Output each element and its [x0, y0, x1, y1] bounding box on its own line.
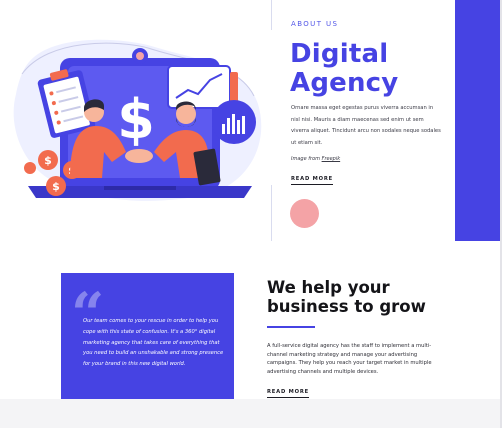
- decorative-circle: [290, 199, 319, 228]
- quote-text: Our team comes to your rescue in order t…: [83, 318, 224, 368]
- svg-text:$: $: [44, 154, 52, 167]
- read-more-link[interactable]: READ MORE: [291, 176, 333, 185]
- section-title: We help your business to grow: [267, 278, 426, 316]
- svg-text:$: $: [117, 88, 155, 151]
- read-more-link-secondary[interactable]: READ MORE: [267, 389, 309, 398]
- freepik-link[interactable]: Freepik: [322, 156, 341, 162]
- hero-title: Digital Agency: [290, 39, 399, 98]
- page: $ $ $ ABOUT US Digital Agency Ornare mas…: [0, 0, 502, 428]
- image-credit-prefix: Image from: [291, 156, 322, 162]
- accent-strip: [455, 0, 500, 241]
- image-credit: Image from Freepik: [291, 156, 340, 162]
- quote-card: “ Our team comes to your rescue in order…: [61, 273, 234, 399]
- footer-band: [0, 399, 500, 428]
- title-underline: [267, 326, 315, 328]
- svg-text:$: $: [52, 180, 60, 193]
- about-us-eyebrow: ABOUT US: [291, 20, 339, 28]
- vertical-divider-top: [271, 0, 272, 30]
- handshake-illustration: $ $ $: [8, 34, 270, 210]
- hero-description: Ornare massa eget egestas purus viverra …: [291, 105, 441, 146]
- section-description: A full-service digital agency has the st…: [267, 343, 432, 375]
- vertical-divider-bottom: [271, 185, 272, 241]
